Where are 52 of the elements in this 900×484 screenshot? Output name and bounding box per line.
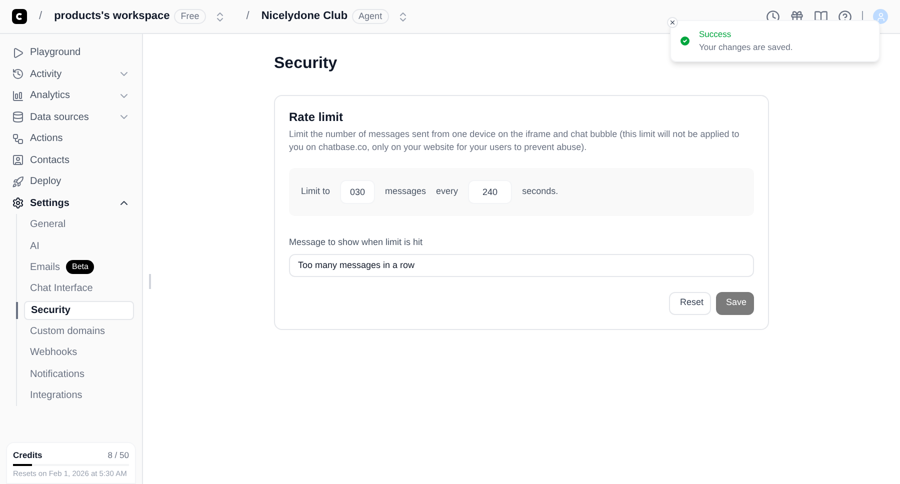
sidebar-item[interactable]: Playground (8, 42, 134, 64)
submenu-item[interactable]: Webhooks (24, 343, 134, 362)
credits-label: Credits (13, 449, 42, 462)
submenu-item[interactable]: AI (24, 236, 134, 256)
nav-icon (12, 176, 24, 188)
submenu-item[interactable]: Custom domains (24, 322, 134, 342)
nav-icon (12, 46, 24, 59)
nav-icon (12, 111, 24, 124)
agent-badge: Agent (352, 8, 390, 24)
plan-badge: Free (174, 8, 206, 24)
sidebar-item[interactable]: Actions (8, 128, 134, 150)
save-button[interactable]: Save (716, 292, 754, 314)
seconds-label: seconds. (522, 185, 558, 198)
toast-message: Your changes are saved. (699, 41, 793, 54)
submenu-item[interactable]: Security (24, 300, 134, 320)
nav-icon (12, 90, 24, 102)
submenu-item[interactable]: Notifications (24, 364, 134, 384)
limit-message-field[interactable]: Too many messages in a row (289, 254, 754, 276)
submenu-item[interactable]: Chat Interface (24, 279, 134, 298)
success-icon (679, 35, 691, 47)
toast-title: Success (699, 28, 732, 41)
sidebar-item[interactable]: Deploy (8, 171, 134, 192)
seconds-field[interactable]: 240 (468, 180, 512, 204)
nav-icon (12, 154, 24, 166)
close-icon (669, 19, 676, 26)
sidebar-item[interactable]: Analytics (8, 85, 134, 106)
nav-icon (12, 132, 24, 145)
sidebar-item[interactable]: Data sources (8, 106, 134, 128)
submenu-item[interactable]: Integrations (24, 386, 134, 406)
breadcrumb-separator: / (39, 9, 42, 24)
nav-icon (12, 197, 24, 210)
submenu-item[interactable]: General (24, 215, 134, 234)
messages-label: messages (385, 185, 426, 198)
beta-badge: Beta (66, 260, 94, 274)
sidebar-item[interactable]: Contacts (8, 150, 134, 171)
credits-count: 8 / 50 (108, 449, 129, 462)
breadcrumb-separator: / (246, 9, 250, 24)
logo-icon[interactable] (12, 9, 27, 24)
messages-count-field[interactable]: 030 (340, 180, 376, 204)
nav-icon (12, 68, 24, 80)
card-description: Limit the number of messages sent from one device on the iframe and chat bubble (this limit will not be applied to you on chatbase.co, only on your website for your users to prevent abuse). (289, 128, 740, 154)
page-title: Security (274, 54, 338, 74)
reset-button[interactable]: Reset (669, 292, 711, 314)
workspace-name[interactable]: products's workspace (54, 8, 170, 25)
limit-prefix: Limit to (301, 185, 330, 198)
card-title: Rate limit (289, 109, 344, 126)
message-label: Message to show when limit is hit (289, 236, 424, 249)
agent-name[interactable]: Nicelydone Club (261, 8, 348, 25)
every-label: every (436, 185, 458, 198)
sidebar-item[interactable]: Activity (8, 64, 134, 85)
sidebar-item[interactable]: Settings (8, 192, 134, 214)
submenu-item[interactable]: Emails Beta (24, 258, 134, 277)
